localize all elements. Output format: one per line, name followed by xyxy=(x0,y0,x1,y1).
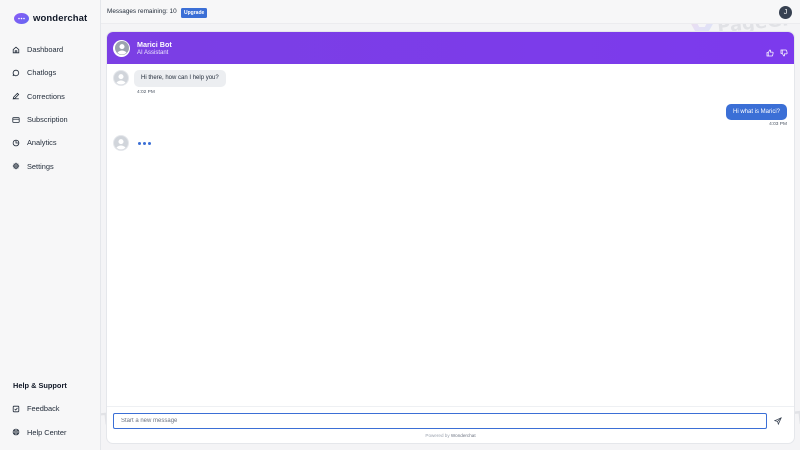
top-bar: Messages remaining: 10 Upgrade J xyxy=(101,0,800,24)
credit-card-icon xyxy=(12,116,20,123)
sidebar-item-label: Help Center xyxy=(27,427,67,437)
sidebar-item-label: Settings xyxy=(27,161,54,171)
chat-bubble-icon xyxy=(12,69,20,77)
messages-remaining: Messages remaining: 10 xyxy=(107,8,177,15)
brand[interactable]: wonderchat xyxy=(14,10,87,26)
user-avatar[interactable]: J xyxy=(779,6,792,19)
pie-chart-icon xyxy=(12,139,20,147)
sidebar-nav: Dashboard Chatlogs Corrections Subscript… xyxy=(12,38,98,178)
message-timestamp: 4:03 PM xyxy=(769,122,787,127)
sidebar-item-feedback[interactable]: Feedback xyxy=(12,397,98,421)
chat-header: Marici Bot AI Assistant xyxy=(107,32,794,64)
bot-message-avatar xyxy=(113,70,129,86)
gear-icon xyxy=(12,162,20,170)
thumbs-up-icon xyxy=(766,49,774,57)
help-nav: Feedback Help Center xyxy=(12,397,98,444)
bot-name: Marici Bot xyxy=(137,40,172,49)
typing-dot xyxy=(138,142,141,145)
send-icon xyxy=(774,417,782,425)
bot-typing-avatar xyxy=(113,135,129,151)
sidebar-item-label: Corrections xyxy=(27,91,65,101)
pencil-icon xyxy=(12,93,20,100)
thumbs-down-icon xyxy=(780,49,788,57)
message-timestamp: 4:02 PM xyxy=(137,90,155,95)
user-silhouette-icon xyxy=(114,41,129,55)
sidebar: wonderchat Dashboard Chatlogs Correction… xyxy=(0,0,101,450)
sidebar-item-label: Analytics xyxy=(27,138,57,148)
typing-indicator xyxy=(138,142,151,145)
sidebar-item-label: Dashboard xyxy=(27,45,64,55)
sidebar-item-settings[interactable]: Settings xyxy=(12,154,98,177)
sidebar-item-help-center[interactable]: Help Center xyxy=(12,421,98,445)
sidebar-item-analytics[interactable]: Analytics xyxy=(12,131,98,154)
user-silhouette-icon xyxy=(114,136,128,150)
bot-message-bubble: Hi there, how can I help you? xyxy=(134,70,226,87)
thumbs-up-button[interactable] xyxy=(766,44,774,57)
sidebar-item-label: Chatlogs xyxy=(27,68,57,78)
sidebar-item-dashboard[interactable]: Dashboard xyxy=(12,38,98,61)
sidebar-item-corrections[interactable]: Corrections xyxy=(12,85,98,108)
lifebuoy-icon xyxy=(12,428,20,436)
bot-role: AI Assistant xyxy=(137,49,169,56)
wonderchat-logo-icon xyxy=(14,12,29,24)
typing-dot xyxy=(148,142,151,145)
typing-dot xyxy=(143,142,146,145)
powered-by: Powered by Wonderchat xyxy=(107,433,794,438)
composer-divider xyxy=(107,406,794,407)
bot-avatar xyxy=(113,39,130,57)
message-input[interactable] xyxy=(113,413,767,429)
checkbox-icon xyxy=(12,405,20,412)
thumbs-down-button[interactable] xyxy=(780,44,788,57)
sidebar-item-chatlogs[interactable]: Chatlogs xyxy=(12,61,98,84)
home-icon xyxy=(12,46,20,53)
sidebar-item-label: Feedback xyxy=(27,404,60,414)
chat-panel: Marici Bot AI Assistant Hi there, how ca… xyxy=(107,32,794,443)
brand-name: wonderchat xyxy=(33,12,88,24)
powered-by-brand-link[interactable]: Wonderchat xyxy=(451,433,476,438)
powered-by-prefix: Powered by xyxy=(425,433,450,438)
help-support-heading: Help & Support xyxy=(13,381,67,390)
sidebar-item-subscription[interactable]: Subscription xyxy=(12,108,98,131)
send-button[interactable] xyxy=(769,413,787,429)
sidebar-item-label: Subscription xyxy=(27,115,68,125)
upgrade-button[interactable]: Upgrade xyxy=(181,7,208,18)
user-silhouette-icon xyxy=(114,71,128,85)
user-message-bubble: Hi what is Marici? xyxy=(725,104,787,120)
